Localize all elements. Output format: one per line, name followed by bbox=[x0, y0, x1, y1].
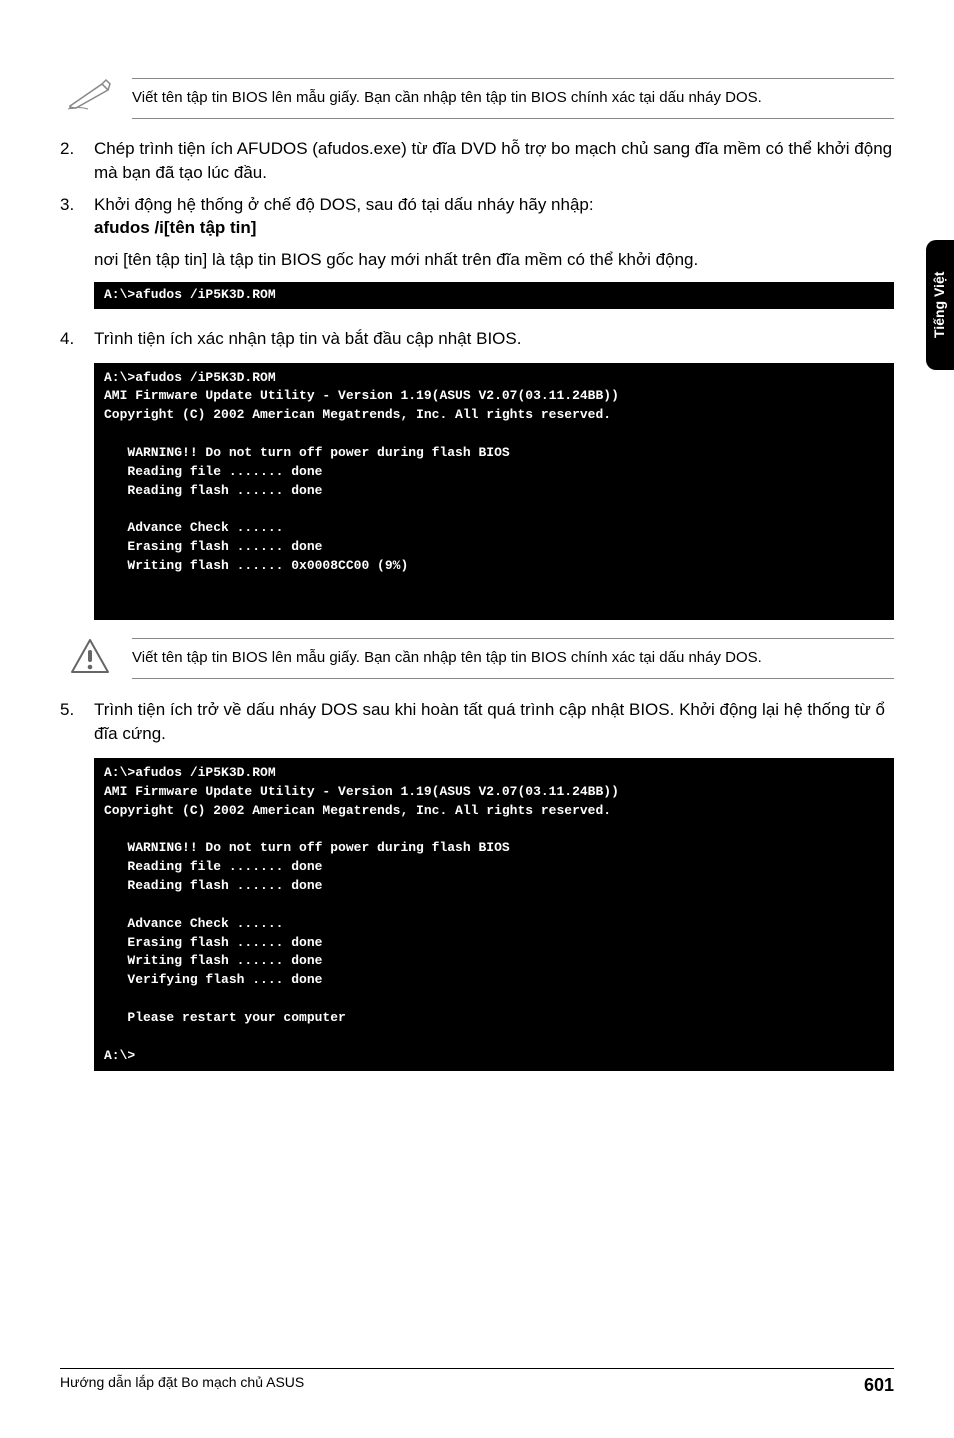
step-2-number: 2. bbox=[60, 137, 94, 185]
note-1: Viết tên tập tin BIOS lên mẫu giấy. Bạn … bbox=[60, 78, 894, 119]
step-3-body: Khởi động hệ thống ở chế độ DOS, sau đó … bbox=[94, 193, 894, 241]
note-1-text: Viết tên tập tin BIOS lên mẫu giấy. Bạn … bbox=[132, 78, 894, 119]
footer-title: Hướng dẫn lắp đặt Bo mạch chủ ASUS bbox=[60, 1373, 304, 1398]
warning-icon bbox=[60, 638, 120, 681]
note-2-text: Viết tên tập tin BIOS lên mẫu giấy. Bạn … bbox=[132, 638, 894, 679]
step-3: 3. Khởi động hệ thống ở chế độ DOS, sau … bbox=[60, 193, 894, 241]
page-footer: Hướng dẫn lắp đặt Bo mạch chủ ASUS 601 bbox=[60, 1368, 894, 1398]
terminal-output-2: A:\>afudos /iP5K3D.ROM AMI Firmware Upda… bbox=[94, 363, 894, 620]
step-2-text: Chép trình tiện ích AFUDOS (afudos.exe) … bbox=[94, 137, 894, 185]
step-2: 2. Chép trình tiện ích AFUDOS (afudos.ex… bbox=[60, 137, 894, 185]
note-2: Viết tên tập tin BIOS lên mẫu giấy. Bạn … bbox=[60, 638, 894, 681]
step-5-number: 5. bbox=[60, 698, 94, 746]
pencil-icon bbox=[60, 78, 120, 117]
step-5-text: Trình tiện ích trở về dấu nháy DOS sau k… bbox=[94, 698, 894, 746]
step-4-text: Trình tiện ích xác nhận tập tin và bắt đ… bbox=[94, 327, 894, 351]
terminal-output-1: A:\>afudos /iP5K3D.ROM bbox=[94, 282, 894, 309]
step-3-line1: Khởi động hệ thống ở chế độ DOS, sau đó … bbox=[94, 195, 594, 214]
page-number: 601 bbox=[864, 1373, 894, 1398]
step-3-number: 3. bbox=[60, 193, 94, 241]
terminal-output-3: A:\>afudos /iP5K3D.ROM AMI Firmware Upda… bbox=[94, 758, 894, 1072]
step-4: 4. Trình tiện ích xác nhận tập tin và bắ… bbox=[60, 327, 894, 351]
step-5: 5. Trình tiện ích trở về dấu nháy DOS sa… bbox=[60, 698, 894, 746]
step-3-after: nơi [tên tập tin] là tập tin BIOS gốc ha… bbox=[94, 248, 894, 272]
language-tab: Tiếng Việt bbox=[926, 240, 954, 370]
step-3-command: afudos /i[tên tập tin] bbox=[94, 218, 256, 237]
step-4-number: 4. bbox=[60, 327, 94, 351]
